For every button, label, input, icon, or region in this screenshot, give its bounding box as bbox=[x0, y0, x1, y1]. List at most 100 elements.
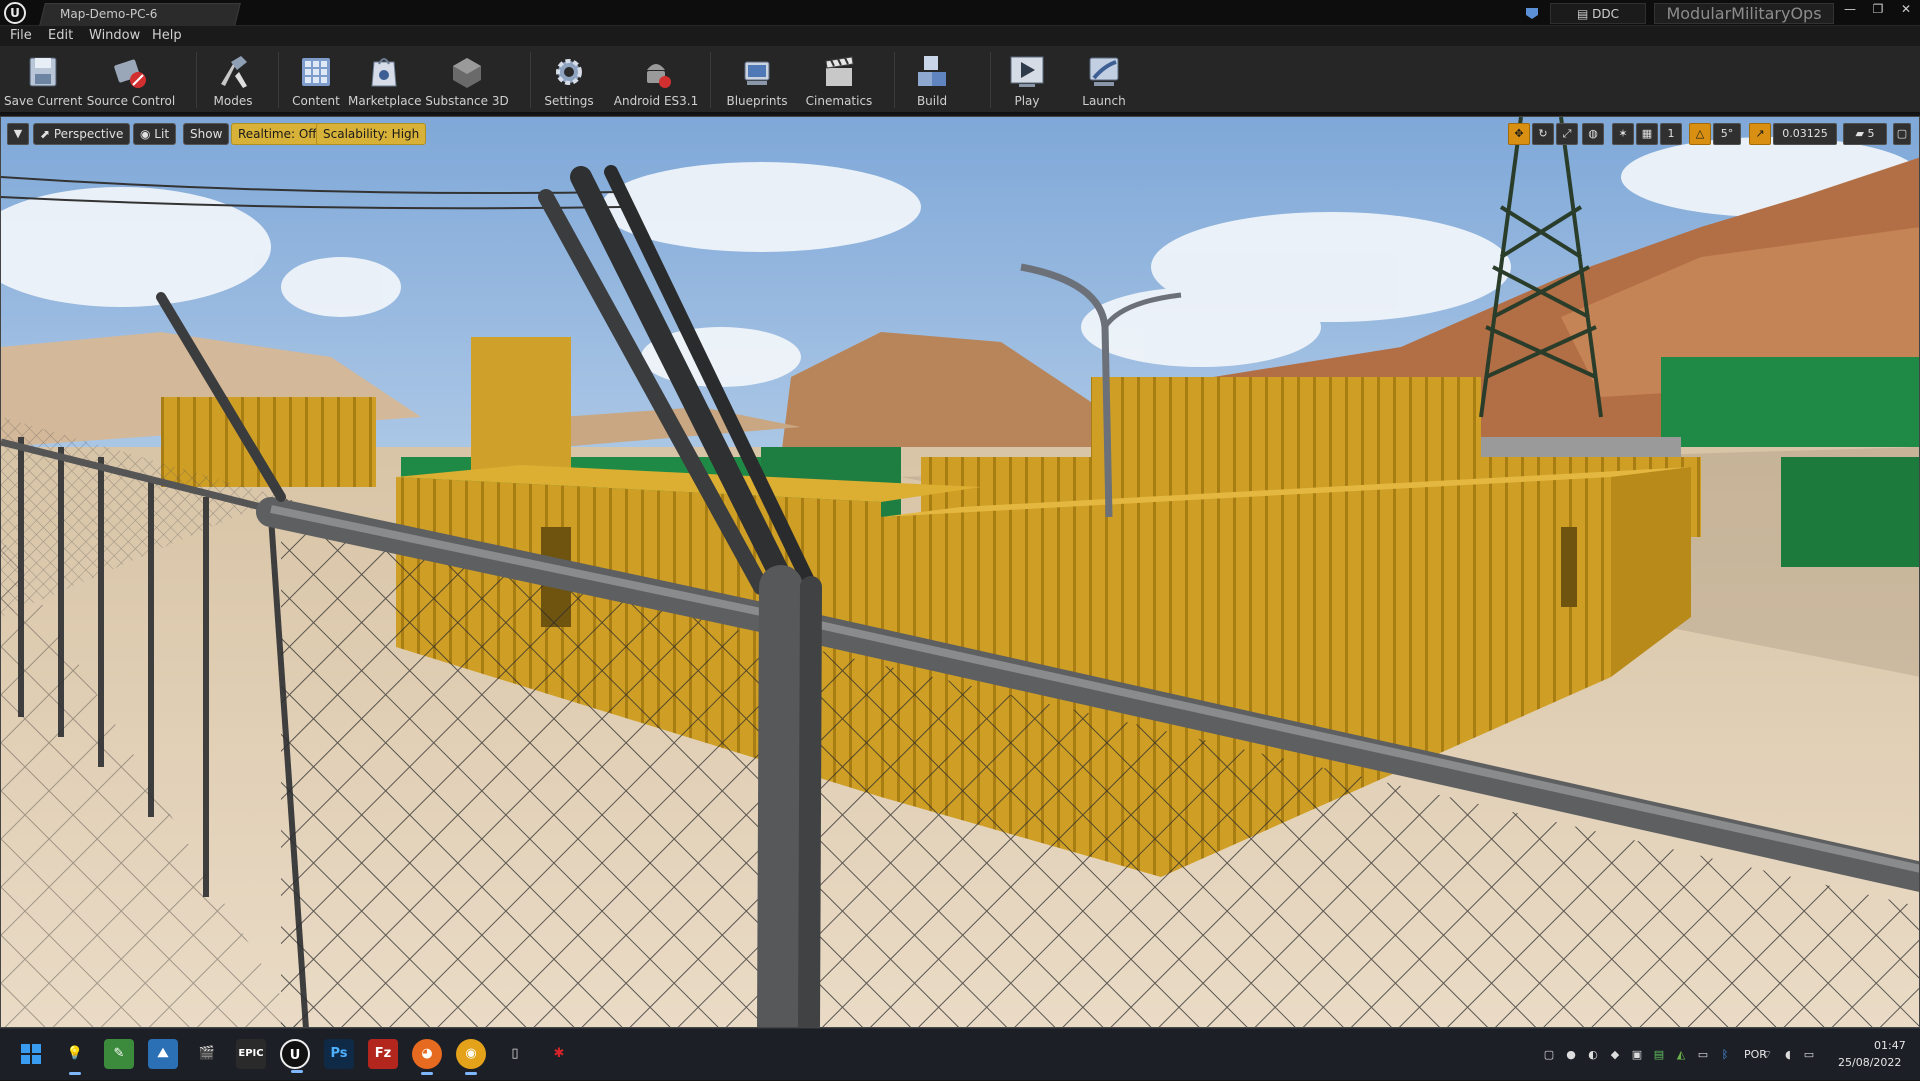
modes-button[interactable]: Modes bbox=[202, 50, 264, 110]
clock-date[interactable]: 25/08/2022 bbox=[1838, 1056, 1901, 1069]
android-preview-label: Android ES3.1 bbox=[613, 94, 699, 108]
source-control-status-icon[interactable] bbox=[1524, 6, 1540, 20]
substance-3d-button[interactable]: Substance 3D bbox=[424, 50, 510, 110]
volume-icon[interactable]: ◖ bbox=[1781, 1048, 1795, 1062]
perspective-icon: ⬈ bbox=[40, 127, 54, 141]
scale-snap-value[interactable]: 0.03125 bbox=[1773, 123, 1837, 145]
cinematics-button[interactable]: Cinematics bbox=[800, 50, 878, 110]
document-tab-label: Map-Demo-PC-6 bbox=[60, 7, 158, 21]
bluetooth-icon[interactable]: ᛒ bbox=[1718, 1048, 1732, 1062]
translate-tool-icon[interactable]: ✥ bbox=[1508, 123, 1530, 145]
android-icon bbox=[647, 64, 671, 88]
build-label: Build bbox=[916, 94, 948, 108]
notepad-icon[interactable]: ✎ bbox=[104, 1039, 134, 1069]
tips-bulb-icon[interactable]: 💡 bbox=[60, 1039, 90, 1075]
content-browser-icon bbox=[302, 58, 330, 86]
battery-icon[interactable]: ▭ bbox=[1802, 1048, 1816, 1062]
tablet-app-icon[interactable]: ▯ bbox=[500, 1039, 530, 1069]
unreal-logo-icon[interactable]: U bbox=[4, 2, 26, 24]
scene-render bbox=[1, 117, 1919, 1027]
world-space-icon[interactable]: ◍ bbox=[1582, 123, 1604, 145]
menu-help[interactable]: Help bbox=[152, 28, 182, 43]
launch-button[interactable]: Launch bbox=[1076, 50, 1132, 110]
tray-gpu-icon[interactable]: ▤ bbox=[1652, 1048, 1666, 1062]
tray-security-icon[interactable]: ◆ bbox=[1608, 1048, 1622, 1062]
play-icon bbox=[1010, 56, 1044, 87]
filezilla-icon[interactable]: Fz bbox=[368, 1039, 398, 1069]
ddc-button[interactable]: ▤ DDC bbox=[1550, 3, 1646, 24]
menu-window[interactable]: Window bbox=[89, 28, 140, 43]
project-name: ModularMilitaryOps bbox=[1654, 3, 1834, 24]
tray-bulb-icon[interactable]: ● bbox=[1564, 1048, 1578, 1062]
perspective-button[interactable]: ⬈ Perspective bbox=[33, 123, 131, 145]
content-button[interactable]: Content bbox=[286, 50, 346, 110]
lit-button[interactable]: ◉ Lit bbox=[133, 123, 177, 145]
modes-icon bbox=[221, 56, 247, 88]
menu-bar: File Edit Window Help bbox=[0, 26, 1920, 46]
save-current-label: Save Current bbox=[4, 94, 83, 108]
source-control-button[interactable]: Source Control bbox=[86, 50, 176, 110]
minimize-button[interactable]: — bbox=[1836, 0, 1864, 20]
photos-icon[interactable]: ⛰ bbox=[148, 1039, 178, 1069]
build-button[interactable]: Build bbox=[904, 50, 960, 110]
tray-network-app-icon[interactable]: ◐ bbox=[1586, 1048, 1600, 1062]
realtime-toggle[interactable]: Realtime: Off bbox=[231, 123, 324, 145]
rotation-snap-value[interactable]: 5° bbox=[1713, 123, 1741, 145]
clapper-app-icon[interactable]: 🎬 bbox=[192, 1039, 222, 1069]
tray-monitor-icon[interactable]: ▣ bbox=[1630, 1048, 1644, 1062]
settings-label: Settings bbox=[544, 94, 594, 108]
scale-snap-icon[interactable]: ↗ bbox=[1749, 123, 1771, 145]
camera-speed-value: 5 bbox=[1867, 127, 1875, 140]
save-current-button[interactable]: Save Current bbox=[4, 50, 82, 110]
rotation-snap-icon[interactable]: △ bbox=[1689, 123, 1711, 145]
maximize-button[interactable]: ❐ bbox=[1864, 0, 1892, 20]
ddc-label: DDC bbox=[1592, 7, 1619, 21]
camera-speed-button[interactable]: ▰ 5 bbox=[1843, 123, 1887, 145]
substance-cube-icon bbox=[453, 58, 481, 88]
tray-notification-icon[interactable]: ▢ bbox=[1542, 1048, 1556, 1062]
launch-label: Launch bbox=[1082, 94, 1126, 108]
windows-start-icon[interactable] bbox=[16, 1039, 46, 1069]
android-preview-button[interactable]: Android ES3.1 bbox=[612, 50, 700, 110]
show-button[interactable]: Show bbox=[183, 123, 230, 145]
scale-tool-icon[interactable]: ⤢ bbox=[1556, 123, 1578, 145]
unreal-engine-icon[interactable]: U bbox=[280, 1039, 310, 1073]
tray-nvidia-icon[interactable]: ◭ bbox=[1674, 1048, 1688, 1062]
play-button[interactable]: Play bbox=[1000, 50, 1054, 110]
marketplace-button[interactable]: Marketplace bbox=[348, 50, 422, 110]
spider-app-icon[interactable]: ✱ bbox=[544, 1039, 574, 1069]
maximize-viewport-icon[interactable]: ▢ bbox=[1893, 123, 1911, 145]
surface-snap-icon[interactable]: ✶ bbox=[1612, 123, 1634, 145]
launch-icon bbox=[1089, 57, 1119, 86]
blueprints-label: Blueprints bbox=[726, 94, 788, 108]
save-icon bbox=[29, 57, 57, 87]
tray-drive-icon[interactable]: ▭ bbox=[1696, 1048, 1710, 1062]
marketplace-icon bbox=[371, 58, 397, 87]
viewport-options-dropdown[interactable]: ▼ bbox=[7, 123, 29, 145]
firefox-icon[interactable]: ◕ bbox=[412, 1039, 442, 1075]
content-label: Content bbox=[292, 94, 340, 108]
grid-snap-icon[interactable]: ▦ bbox=[1636, 123, 1658, 145]
level-viewport[interactable]: ▼ ⬈ Perspective ◉ Lit Show Realtime: Off… bbox=[0, 116, 1920, 1028]
blueprints-button[interactable]: Blueprints bbox=[720, 50, 794, 110]
photoshop-icon[interactable]: Ps bbox=[324, 1039, 354, 1069]
ddc-icon: ▤ bbox=[1576, 7, 1593, 21]
camera-icon: ▰ bbox=[1855, 127, 1868, 140]
menu-edit[interactable]: Edit bbox=[48, 28, 73, 43]
clock-time[interactable]: 01:47 bbox=[1874, 1039, 1906, 1052]
perspective-label: Perspective bbox=[53, 127, 124, 141]
source-control-label: Source Control bbox=[86, 94, 176, 108]
rotate-tool-icon[interactable]: ↻ bbox=[1532, 123, 1554, 145]
menu-file[interactable]: File bbox=[10, 28, 32, 43]
source-control-icon bbox=[114, 59, 146, 88]
build-blocks-icon bbox=[918, 56, 946, 86]
close-button[interactable]: ✕ bbox=[1892, 0, 1920, 20]
modes-label: Modes bbox=[213, 94, 253, 108]
scalability-button[interactable]: Scalability: High bbox=[316, 123, 427, 145]
title-bar: U Map-Demo-PC-6 ▤ DDC ModularMilitaryOps… bbox=[0, 0, 1920, 26]
chrome-icon[interactable]: ◉ bbox=[456, 1039, 486, 1075]
grid-size-value[interactable]: 1 bbox=[1660, 123, 1682, 145]
settings-button[interactable]: Settings bbox=[538, 50, 600, 110]
epic-games-icon[interactable]: EPIC bbox=[236, 1039, 266, 1069]
wifi-icon[interactable]: ⌔ bbox=[1760, 1048, 1774, 1062]
